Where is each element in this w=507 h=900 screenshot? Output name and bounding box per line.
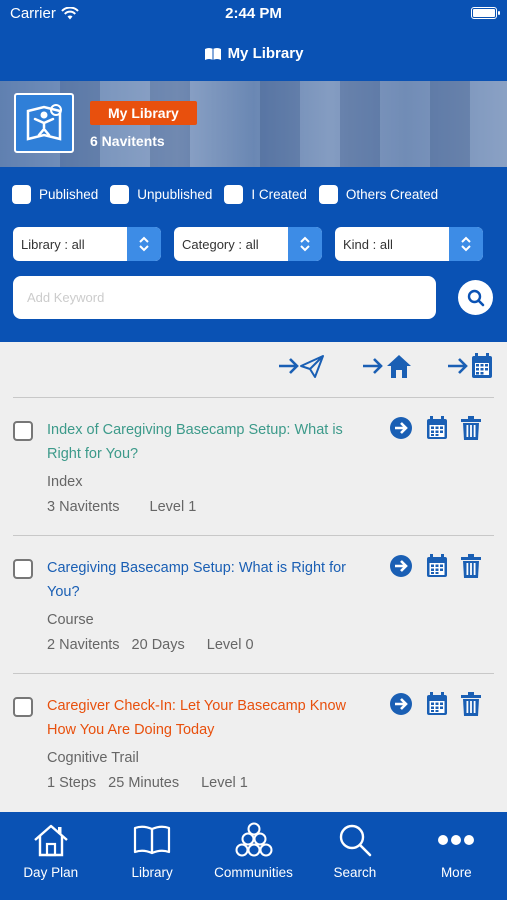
add-to-home-button[interactable]	[361, 352, 413, 385]
bulk-actions	[0, 352, 507, 382]
tab-label: More	[440, 865, 472, 880]
tab-day-plan[interactable]: Day Plan	[0, 812, 101, 900]
tab-bar: Day Plan Library Communities Search More	[0, 812, 507, 900]
list-item[interactable]: Caregiving Basecamp Setup: What is Right…	[13, 535, 494, 673]
add-to-calendar-button[interactable]	[446, 352, 494, 385]
house-icon	[33, 824, 68, 857]
library-banner: My Library 6 Navitents	[0, 81, 507, 167]
library-select[interactable]: Library : all	[13, 227, 161, 261]
search-icon	[339, 824, 372, 857]
filter-panel: Published Unpublished I Created Others C…	[0, 167, 507, 342]
trash-icon[interactable]	[461, 554, 481, 578]
library-logo	[14, 93, 74, 153]
arrow-send-icon	[279, 355, 324, 378]
item-meta: 1 Steps 25 Minutes Level 1	[47, 775, 248, 791]
search-button[interactable]	[458, 280, 493, 315]
arrow-circle-icon[interactable]	[389, 416, 413, 440]
library-badge: My Library	[90, 101, 197, 125]
category-select-value: Category : all	[182, 236, 259, 252]
item-navitents: 2 Navitents	[47, 637, 120, 653]
item-level: Level 1	[201, 775, 248, 791]
keyword-input[interactable]	[13, 276, 436, 319]
library-select-value: Library : all	[21, 236, 85, 252]
battery-icon	[471, 7, 500, 19]
kind-select-value: Kind : all	[343, 236, 393, 252]
arrow-circle-icon[interactable]	[389, 554, 413, 578]
send-selected-button[interactable]	[277, 352, 325, 385]
item-actions	[389, 554, 481, 578]
arrow-circle-icon[interactable]	[389, 692, 413, 716]
list-item[interactable]: Caregiver Check-In: Let Your Basecamp Kn…	[13, 673, 494, 812]
calendar-icon[interactable]	[426, 554, 448, 578]
item-kind: Index	[47, 474, 83, 490]
others-created-label: Others Created	[345, 187, 439, 202]
item-steps: 1 Steps	[47, 775, 97, 791]
item-actions	[389, 416, 481, 440]
others-created-checkbox[interactable]: Others Created	[318, 185, 439, 204]
item-checkbox[interactable]	[13, 697, 33, 717]
item-level: Level 1	[149, 499, 197, 515]
nav-title: My Library	[227, 45, 304, 62]
book-icon	[134, 825, 171, 855]
navitent-count: 6 Navitents	[90, 133, 165, 149]
item-navitents: 3 Navitents	[47, 499, 120, 515]
item-level: Level 0	[206, 637, 254, 653]
tab-label: Day Plan	[23, 865, 79, 880]
list-item[interactable]: Index of Caregiving Basecamp Setup: What…	[13, 397, 494, 535]
item-title[interactable]: Caregiving Basecamp Setup: What is Right…	[47, 556, 347, 604]
item-duration: 25 Minutes	[108, 775, 180, 791]
calendar-icon[interactable]	[426, 692, 448, 716]
tab-label: Communities	[214, 865, 293, 880]
unpublished-label: Unpublished	[137, 187, 213, 202]
kind-select[interactable]: Kind : all	[335, 227, 483, 261]
communities-icon	[235, 822, 273, 857]
select-arrows-icon	[449, 227, 483, 261]
tab-search[interactable]: Search	[304, 812, 405, 900]
calendar-icon[interactable]	[426, 416, 448, 440]
i-created-checkbox[interactable]: I Created	[224, 185, 307, 204]
item-title[interactable]: Caregiver Check-In: Let Your Basecamp Kn…	[47, 694, 347, 742]
tab-communities[interactable]: Communities	[203, 812, 304, 900]
published-label: Published	[39, 187, 99, 202]
select-arrows-icon	[288, 227, 322, 261]
category-select[interactable]: Category : all	[174, 227, 322, 261]
unpublished-checkbox[interactable]: Unpublished	[110, 185, 212, 204]
item-kind: Course	[47, 612, 94, 628]
item-checkbox[interactable]	[13, 559, 33, 579]
select-arrows-icon	[127, 227, 161, 261]
item-meta: 2 Navitents 20 Days Level 0	[47, 637, 254, 653]
tab-label: Search	[333, 865, 377, 880]
person-book-icon	[26, 104, 62, 141]
more-icon	[438, 835, 475, 845]
nav-bar: My Library	[0, 26, 507, 81]
tab-label: Library	[131, 865, 173, 880]
item-duration: 20 Days	[131, 637, 185, 653]
filter-checkboxes: Published Unpublished I Created Others C…	[12, 185, 440, 204]
trash-icon[interactable]	[461, 692, 481, 716]
i-created-label: I Created	[251, 187, 307, 202]
item-meta: 3 Navitents Level 1	[47, 499, 196, 515]
search-icon	[467, 289, 484, 306]
tab-more[interactable]: More	[406, 812, 507, 900]
item-title[interactable]: Index of Caregiving Basecamp Setup: What…	[47, 418, 347, 466]
book-icon	[204, 47, 221, 60]
status-bar: Carrier 2:44 PM	[0, 0, 507, 26]
tab-library[interactable]: Library	[101, 812, 202, 900]
trash-icon[interactable]	[461, 416, 481, 440]
status-time: 2:44 PM	[225, 5, 282, 22]
arrow-home-icon	[363, 355, 411, 378]
item-actions	[389, 692, 481, 716]
item-checkbox[interactable]	[13, 421, 33, 441]
item-kind: Cognitive Trail	[47, 750, 139, 766]
published-checkbox[interactable]: Published	[12, 185, 98, 204]
arrow-calendar-icon	[448, 353, 492, 378]
